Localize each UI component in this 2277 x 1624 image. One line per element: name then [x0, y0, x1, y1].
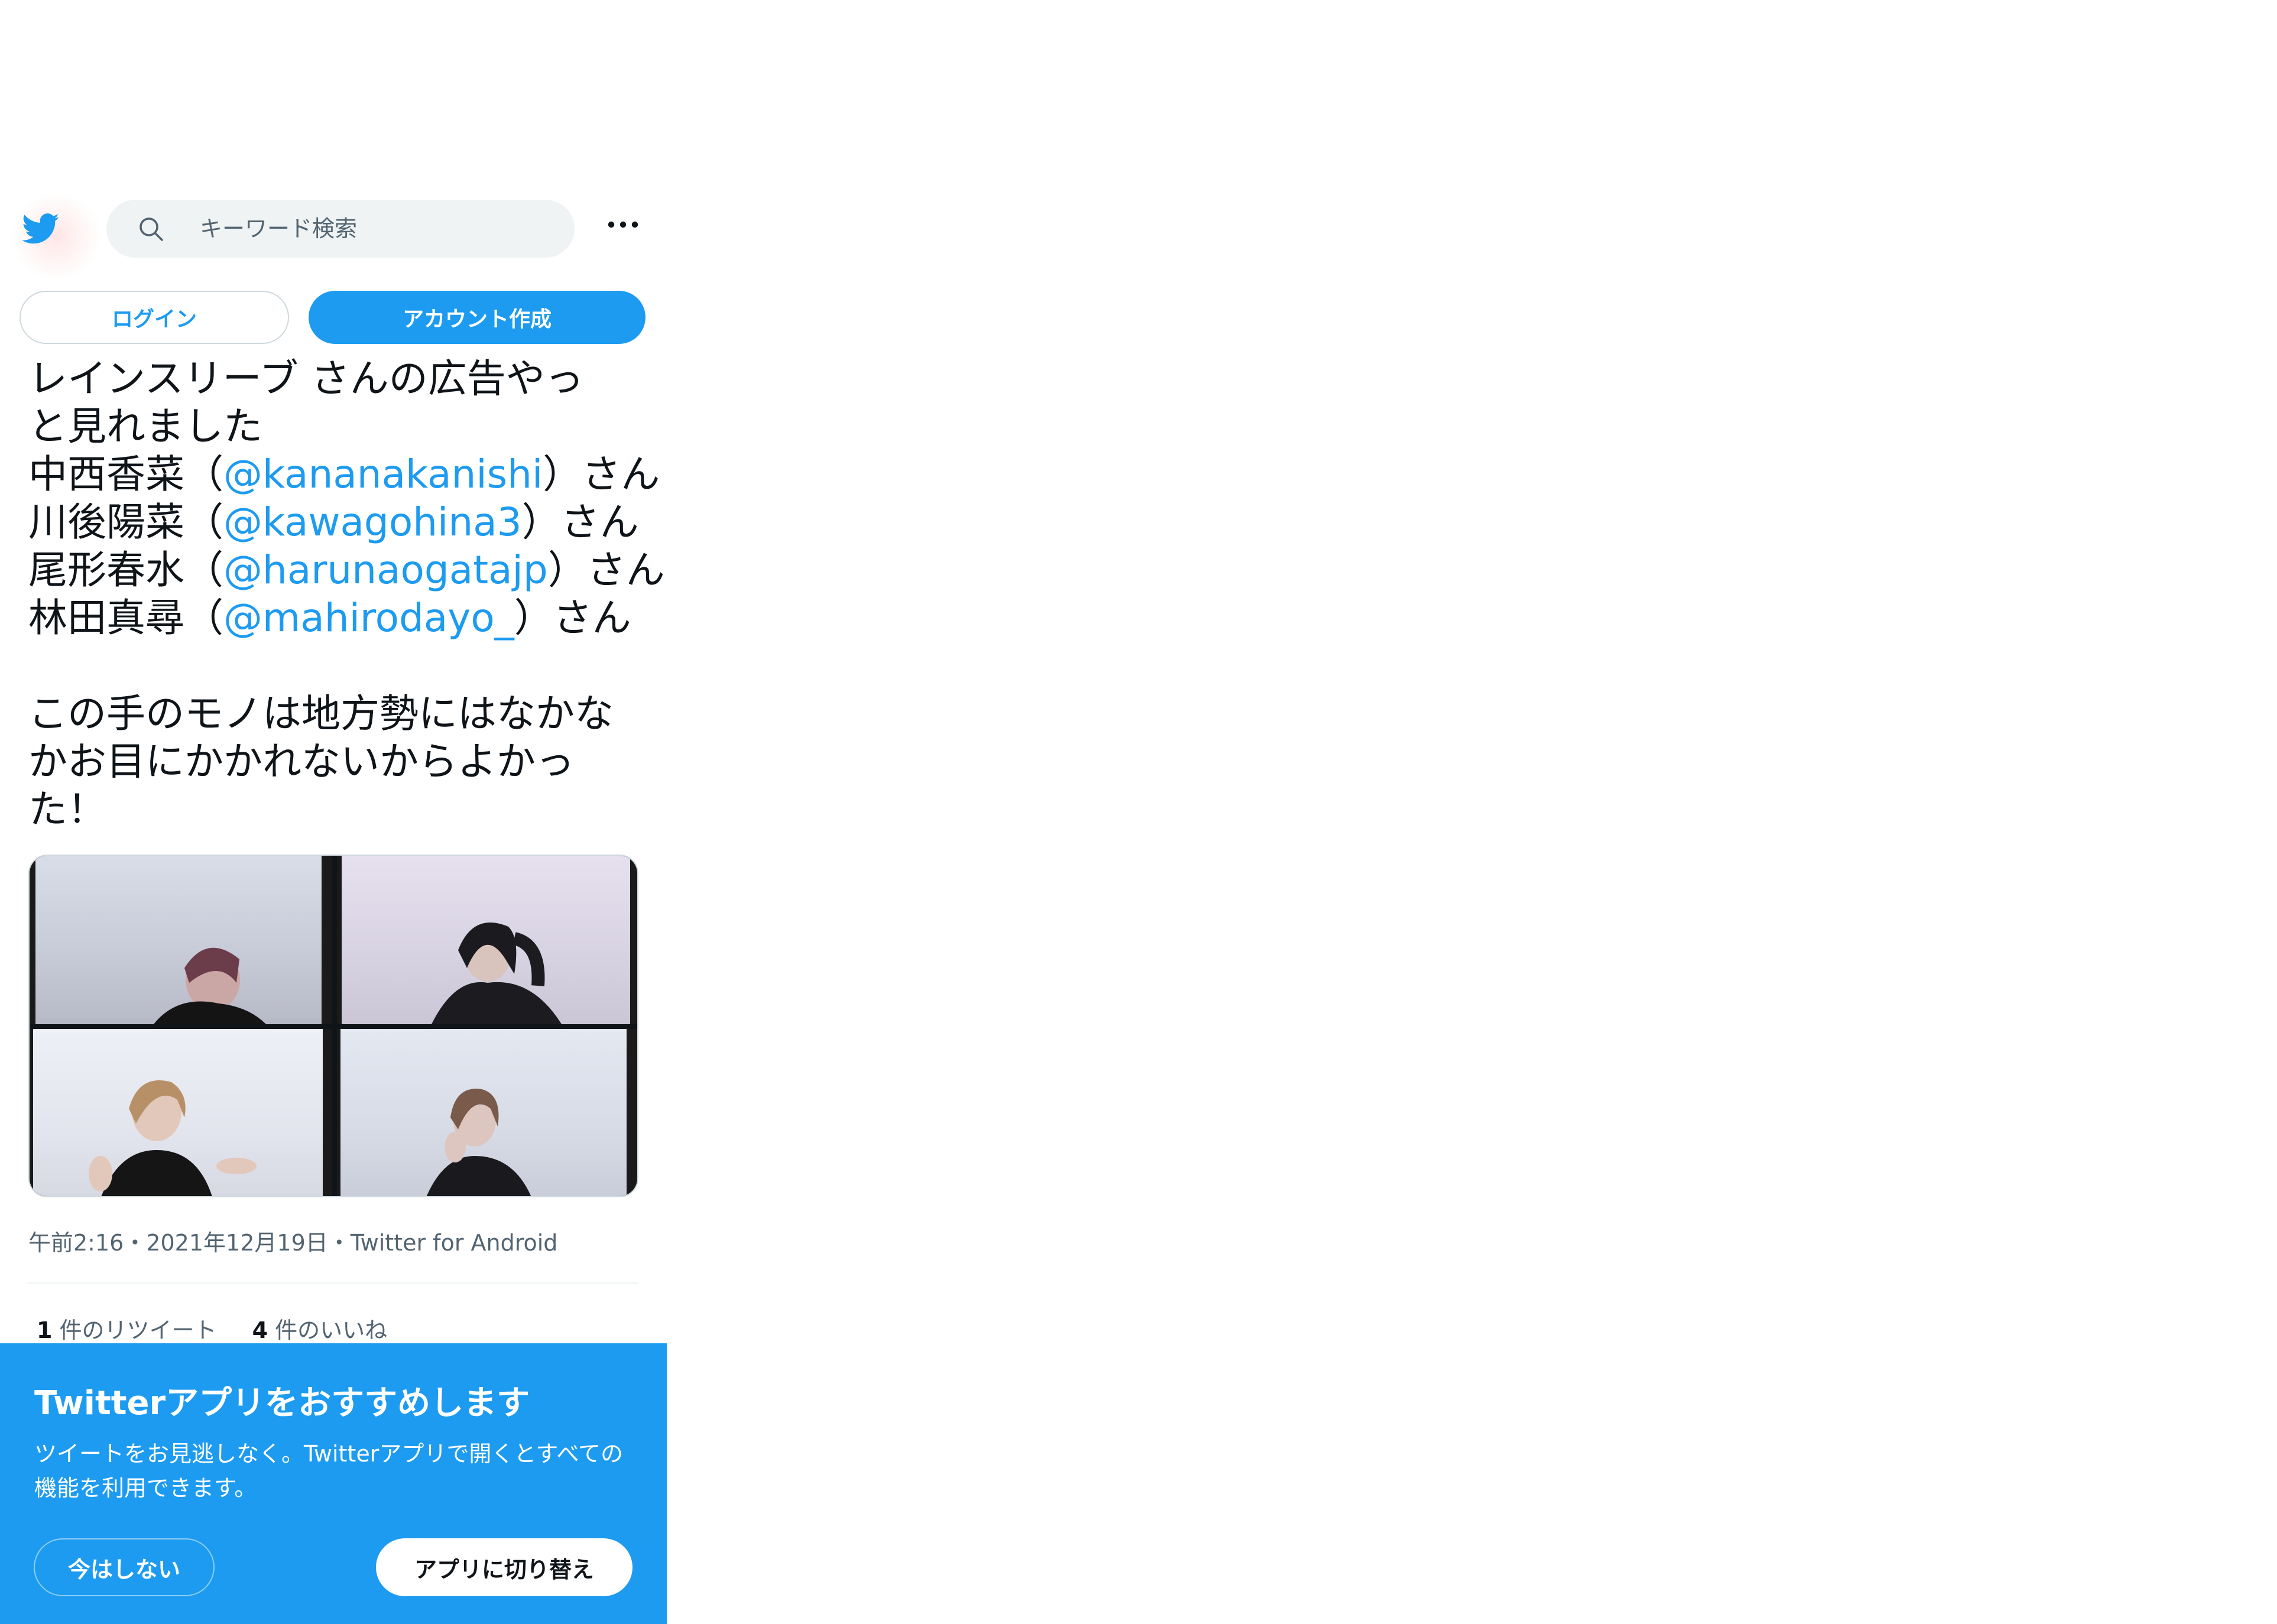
search-icon	[140, 217, 163, 241]
app-promo-banner: Twitterアプリをおすすめします ツイートをお見逃しなく。Twitterアプ…	[0, 1343, 667, 1624]
mention-link[interactable]: @kananakanishi	[223, 452, 543, 497]
tweet-line: レインスリーブ さんの広告やっ	[28, 356, 584, 401]
retweet-stat[interactable]: 1 件のリツイート	[37, 1317, 217, 1343]
tweet-photo[interactable]	[337, 1029, 637, 1196]
member-name: 尾形春水（	[28, 547, 223, 593]
tweet-line: この手のモノは地方勢にはなかな	[28, 691, 614, 736]
top-bar	[0, 195, 667, 278]
create-account-button[interactable]: アカウント作成	[309, 291, 646, 344]
tweet-photo[interactable]	[337, 856, 637, 1024]
mention-link[interactable]: @kawagohina3	[223, 499, 522, 545]
switch-to-app-button[interactable]: アプリに切り替え	[376, 1538, 632, 1596]
promo-title: Twitterアプリをおすすめします	[34, 1384, 530, 1422]
member-name: 中西香菜（	[28, 452, 223, 497]
promo-body: ツイートをお見逃しなく。Twitterアプリで開くとすべての機能を利用できます。	[34, 1441, 624, 1501]
mention-line: 尾形春水（@harunaogatajp）さん	[28, 546, 665, 594]
like-stat[interactable]: 4 件のいいね	[252, 1317, 388, 1343]
more-horizontal-icon[interactable]	[605, 213, 641, 236]
like-count: 4	[252, 1317, 268, 1343]
tweet-line: かお目にかかれないからよかっ	[28, 739, 575, 784]
twitter-bird-icon[interactable]	[18, 210, 64, 248]
tweet-page: ログイン アカウント作成 レインスリーブ さんの広告やっ と見れました 中西香菜…	[0, 0, 667, 1624]
tweet-timestamp[interactable]: 午前2:16・2021年12月19日・Twitter for Android	[28, 1225, 557, 1257]
honorific: ）さん	[543, 452, 660, 497]
member-name: 林田真尋（	[28, 595, 223, 641]
retweet-label: 件のリツイート	[59, 1317, 217, 1343]
honorific: ）さん	[514, 595, 631, 641]
mention-line: 林田真尋（@mahirodayo_）さん	[28, 594, 643, 642]
tweet-text: レインスリーブ さんの広告やっ と見れました 中西香菜（@kananakanis…	[28, 355, 665, 833]
mention-link[interactable]: @harunaogatajp	[223, 547, 548, 593]
search-bar[interactable]	[106, 200, 575, 258]
tweet-line: と見れました	[28, 404, 262, 449]
not-now-button[interactable]: 今はしない	[34, 1538, 215, 1596]
photo-figure	[30, 1029, 332, 1196]
mention-line: 中西香菜（@kananakanishi）さん	[28, 450, 660, 498]
honorific: ）さん	[521, 499, 639, 545]
honorific: ）さん	[547, 547, 665, 593]
photo-figure	[337, 1029, 637, 1196]
photo-figure	[30, 856, 332, 1024]
login-button[interactable]: ログイン	[20, 291, 289, 344]
mention-line: 川後陽菜（@kawagohina3）さん	[28, 498, 643, 546]
retweet-count: 1	[37, 1317, 53, 1343]
like-label: 件のいいね	[275, 1317, 388, 1343]
search-input[interactable]	[200, 200, 554, 258]
divider	[28, 1282, 638, 1284]
tweet-line: た！	[28, 787, 106, 832]
member-name: 川後陽菜（	[28, 499, 223, 545]
tweet-stats: 1 件のリツイート 4 件のいいね	[37, 1312, 387, 1344]
photo-figure	[337, 856, 637, 1024]
tweet-photo[interactable]	[30, 856, 332, 1024]
tweet-photo[interactable]	[30, 1029, 332, 1196]
tweet-media-grid	[28, 855, 638, 1197]
mention-link[interactable]: @mahirodayo_	[223, 595, 514, 641]
